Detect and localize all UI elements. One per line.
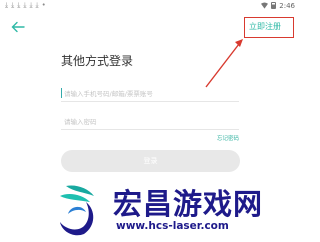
dot-icon: • — [41, 1, 46, 9]
download-icon: ⤓ — [23, 1, 27, 9]
forgot-password-link[interactable]: 忘记密码 — [217, 134, 239, 142]
download-icon: ⤓ — [17, 1, 21, 9]
watermark-title: 宏昌游戏网 — [113, 187, 264, 221]
download-icon: ⤓ — [5, 1, 9, 9]
login-button[interactable]: 登录 — [61, 150, 240, 172]
status-time: 2:46 — [279, 1, 295, 10]
battery-icon — [271, 2, 277, 9]
account-input[interactable] — [61, 86, 239, 102]
page-title: 其他方式登录 — [61, 54, 134, 68]
site-logo — [60, 185, 94, 236]
back-arrow-icon[interactable] — [10, 20, 26, 34]
text-cursor — [61, 88, 62, 98]
register-link[interactable]: 立即注册 — [249, 22, 281, 32]
status-bar: ⤓ ⤓ ⤓ ⤓ ⤓ ⤓ • 2:46 — [0, 0, 300, 11]
password-input[interactable] — [61, 114, 239, 130]
watermark-url: www.hcs-laser.com — [116, 220, 229, 232]
download-icon: ⤓ — [29, 1, 33, 9]
wifi-icon — [261, 2, 269, 9]
notification-icons: ⤓ ⤓ ⤓ ⤓ ⤓ ⤓ • — [0, 0, 46, 11]
download-icon: ⤓ — [35, 1, 39, 9]
download-icon: ⤓ — [11, 1, 15, 9]
